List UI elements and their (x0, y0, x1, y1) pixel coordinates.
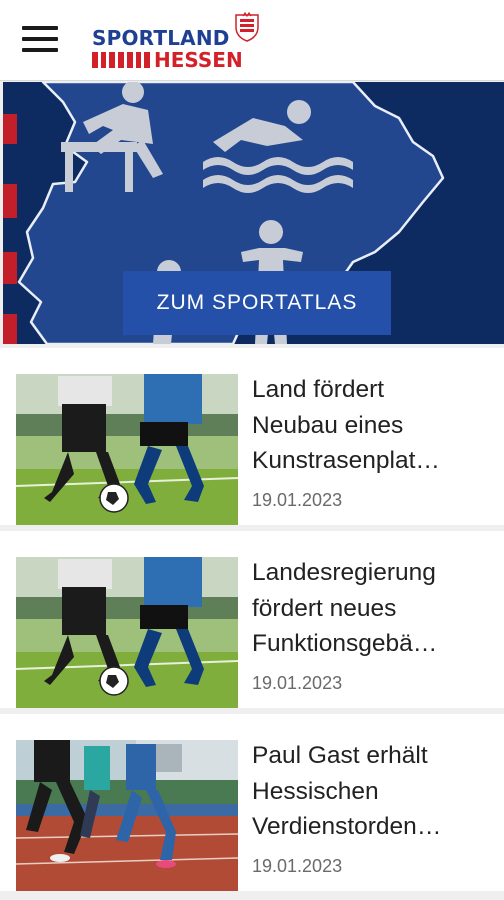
news-list: Land fördert Neubau eines Kunstrasenplat… (0, 348, 504, 897)
news-title: Paul Gast erhält Hessischen Verdienstord… (252, 738, 498, 845)
sportland-hessen-logo[interactable]: SPORTLAND HESSEN (92, 12, 272, 72)
news-item[interactable]: Land fördert Neubau eines Kunstrasenplat… (0, 348, 504, 525)
news-title-line: Funktionsgebä… (252, 630, 438, 657)
app-screen: SPORTLAND HESSEN ZUM SPORTATLAS Land för… (0, 0, 504, 900)
sportatlas-button[interactable]: ZUM SPORTATLAS (123, 271, 391, 335)
news-title-line: Kunstrasenplat… (252, 447, 440, 474)
news-title-line: Neubau eines (252, 411, 404, 439)
news-item[interactable]: Landesregierung fördert neues Funktionsg… (0, 531, 504, 708)
soccer-players-image (16, 374, 238, 525)
runners-image (16, 740, 238, 891)
hamburger-menu-icon[interactable] (22, 26, 58, 54)
news-title: Land fördert Neubau eines Kunstrasenplat… (252, 372, 498, 479)
logo-text-sportland: SPORTLAND (92, 26, 230, 50)
news-title: Landesregierung fördert neues Funktionsg… (252, 555, 498, 662)
sportatlas-banner[interactable]: ZUM SPORTATLAS (3, 82, 504, 344)
news-date: 19.01.2023 (252, 856, 343, 876)
logo-text-hessen: HESSEN (154, 48, 243, 72)
news-date: 19.01.2023 (252, 490, 343, 510)
top-app-bar: SPORTLAND HESSEN (0, 0, 504, 81)
logo-stripes (92, 52, 151, 68)
news-title-line: fördert neues (252, 594, 397, 622)
news-date: 19.01.2023 (252, 673, 343, 693)
news-title-line: Land fördert (252, 376, 385, 403)
news-title-line: Hessischen (252, 777, 379, 805)
news-title-line: Landesregierung (252, 559, 436, 586)
hessen-lion-emblem-icon (235, 12, 259, 42)
news-item[interactable]: Paul Gast erhält Hessischen Verdienstord… (0, 714, 504, 891)
news-title-line: Paul Gast erhält (252, 742, 428, 769)
news-title-line: Verdienstorden… (252, 813, 442, 840)
soccer-players-image (16, 557, 238, 708)
